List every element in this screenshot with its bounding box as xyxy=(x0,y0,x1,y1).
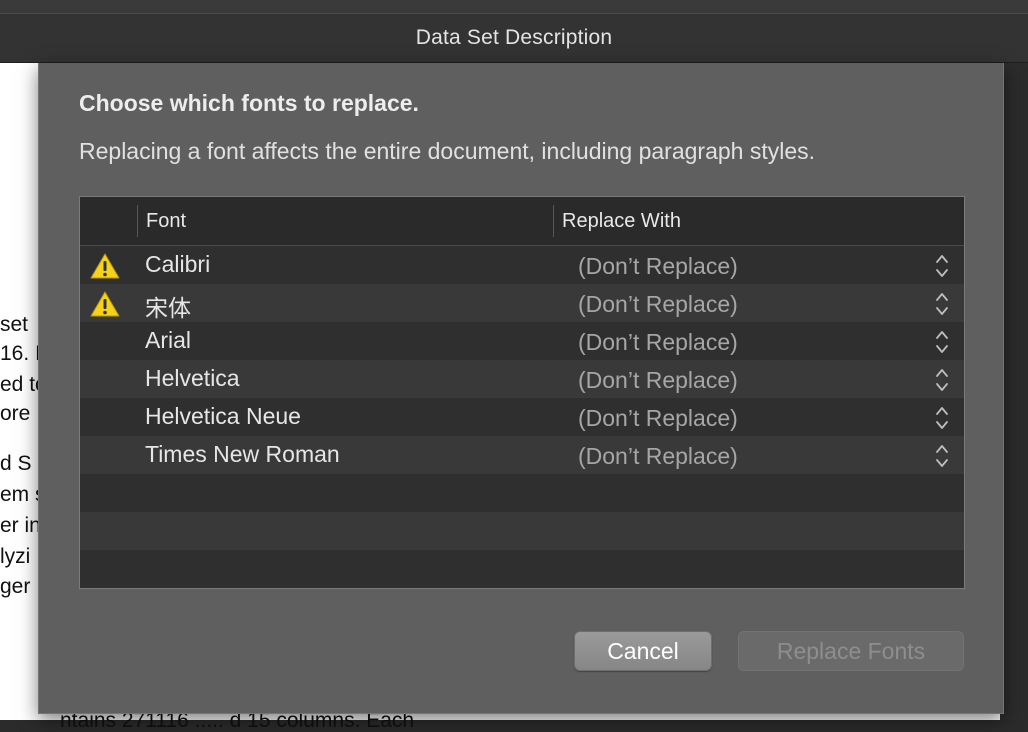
font-name: Calibri xyxy=(145,251,211,277)
empty-row xyxy=(80,474,964,512)
table-row[interactable]: Helvetica Neue (Don’t Replace) xyxy=(80,398,964,436)
column-header-font[interactable]: Font xyxy=(146,210,186,233)
doc-text-fragment: lyzi xyxy=(0,545,31,568)
cancel-button[interactable]: Cancel xyxy=(574,631,712,671)
replace-fonts-sheet: Choose which fonts to replace. Replacing… xyxy=(38,63,1004,714)
popup-chevrons-icon[interactable] xyxy=(935,405,949,431)
font-name: Arial xyxy=(145,327,192,353)
doc-text-fragment: d S xyxy=(0,452,32,475)
table-row[interactable]: 宋体 (Don’t Replace) xyxy=(80,284,964,322)
table-row[interactable]: Helvetica (Don’t Replace) xyxy=(80,360,964,398)
popup-chevrons-icon[interactable] xyxy=(935,253,949,279)
popup-chevrons-icon[interactable] xyxy=(935,443,949,469)
replacement-popup[interactable]: (Don’t Replace) xyxy=(578,443,738,470)
replacement-popup[interactable]: (Don’t Replace) xyxy=(578,367,738,394)
fonts-table: Font Replace With Calibri (Don’t Replace… xyxy=(79,196,965,589)
popup-chevrons-icon[interactable] xyxy=(935,291,949,317)
replacement-popup[interactable]: (Don’t Replace) xyxy=(578,253,738,280)
popup-chevrons-icon[interactable] xyxy=(935,367,949,393)
table-row[interactable]: Times New Roman (Don’t Replace) xyxy=(80,436,964,474)
column-separator xyxy=(137,205,138,237)
window-edge xyxy=(1003,63,1028,720)
top-strip xyxy=(0,0,1028,14)
window-title: Data Set Description xyxy=(415,26,613,49)
column-separator xyxy=(553,205,554,237)
doc-text-fragment: 16. I xyxy=(0,342,41,365)
dialog-heading: Choose which fonts to replace. xyxy=(79,90,419,116)
table-row[interactable]: Arial (Don’t Replace) xyxy=(80,322,964,360)
doc-text-fragment: ore xyxy=(0,402,31,425)
font-name: 宋体 xyxy=(145,295,191,321)
doc-text-fragment: ger xyxy=(0,575,31,598)
doc-text-fragment: set xyxy=(0,313,29,336)
column-header-replace-with[interactable]: Replace With xyxy=(562,210,681,233)
replacement-popup[interactable]: (Don’t Replace) xyxy=(578,405,738,432)
font-name: Helvetica Neue xyxy=(145,403,301,429)
doc-text-fragment: er in xyxy=(0,514,41,537)
empty-row xyxy=(80,512,964,550)
replacement-popup[interactable]: (Don’t Replace) xyxy=(578,291,738,318)
table-header: Font Replace With xyxy=(80,197,964,246)
title-bar: Data Set Description xyxy=(0,14,1028,63)
replace-fonts-button[interactable]: Replace Fonts xyxy=(738,631,964,671)
table-row[interactable]: Calibri (Don’t Replace) xyxy=(80,246,964,284)
warning-icon xyxy=(90,253,120,279)
font-name: Helvetica xyxy=(145,365,240,391)
empty-row xyxy=(80,550,964,588)
popup-chevrons-icon[interactable] xyxy=(935,329,949,355)
replacement-popup[interactable]: (Don’t Replace) xyxy=(578,329,738,356)
font-name: Times New Roman xyxy=(145,441,340,467)
dialog-description: Replacing a font affects the entire docu… xyxy=(79,138,816,164)
warning-icon xyxy=(90,291,120,317)
